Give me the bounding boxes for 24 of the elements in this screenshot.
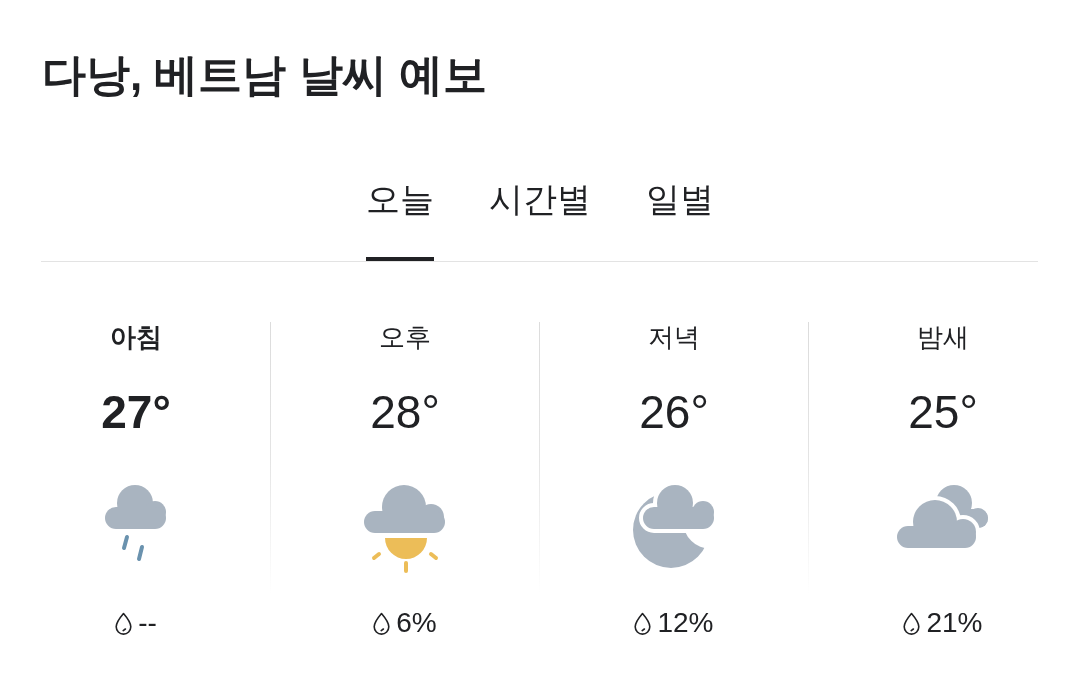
drop-icon (115, 611, 133, 635)
tab[interactable]: 오늘 (365, 159, 434, 261)
precipitation-chance: 6% (396, 606, 437, 640)
rain-cloud-icon (105, 485, 167, 563)
period-label: 아침 (110, 322, 162, 353)
period-label: 저녁 (648, 322, 700, 353)
clouds-icon (897, 485, 989, 548)
precipitation-chance: 21% (926, 606, 983, 640)
cloud-moon-icon (633, 485, 715, 569)
page-title: 다낭, 베트남 날씨 예보 (42, 49, 487, 101)
temperature: 28° (370, 385, 440, 439)
cloud-sun-icon (364, 485, 446, 574)
temperature: 25° (908, 385, 978, 439)
period-label: 밤새 (917, 322, 969, 353)
temperature: 26° (639, 385, 709, 439)
precipitation-chance: -- (138, 606, 157, 640)
drop-icon (903, 611, 921, 635)
period-label: 오후 (379, 322, 431, 353)
temperature: 27° (101, 385, 171, 439)
precipitation-chance: 12% (657, 606, 714, 640)
drop-icon (373, 611, 391, 635)
tab[interactable]: 일별 (645, 159, 714, 261)
drop-icon (634, 611, 652, 635)
tab[interactable]: 시간별 (488, 159, 591, 261)
